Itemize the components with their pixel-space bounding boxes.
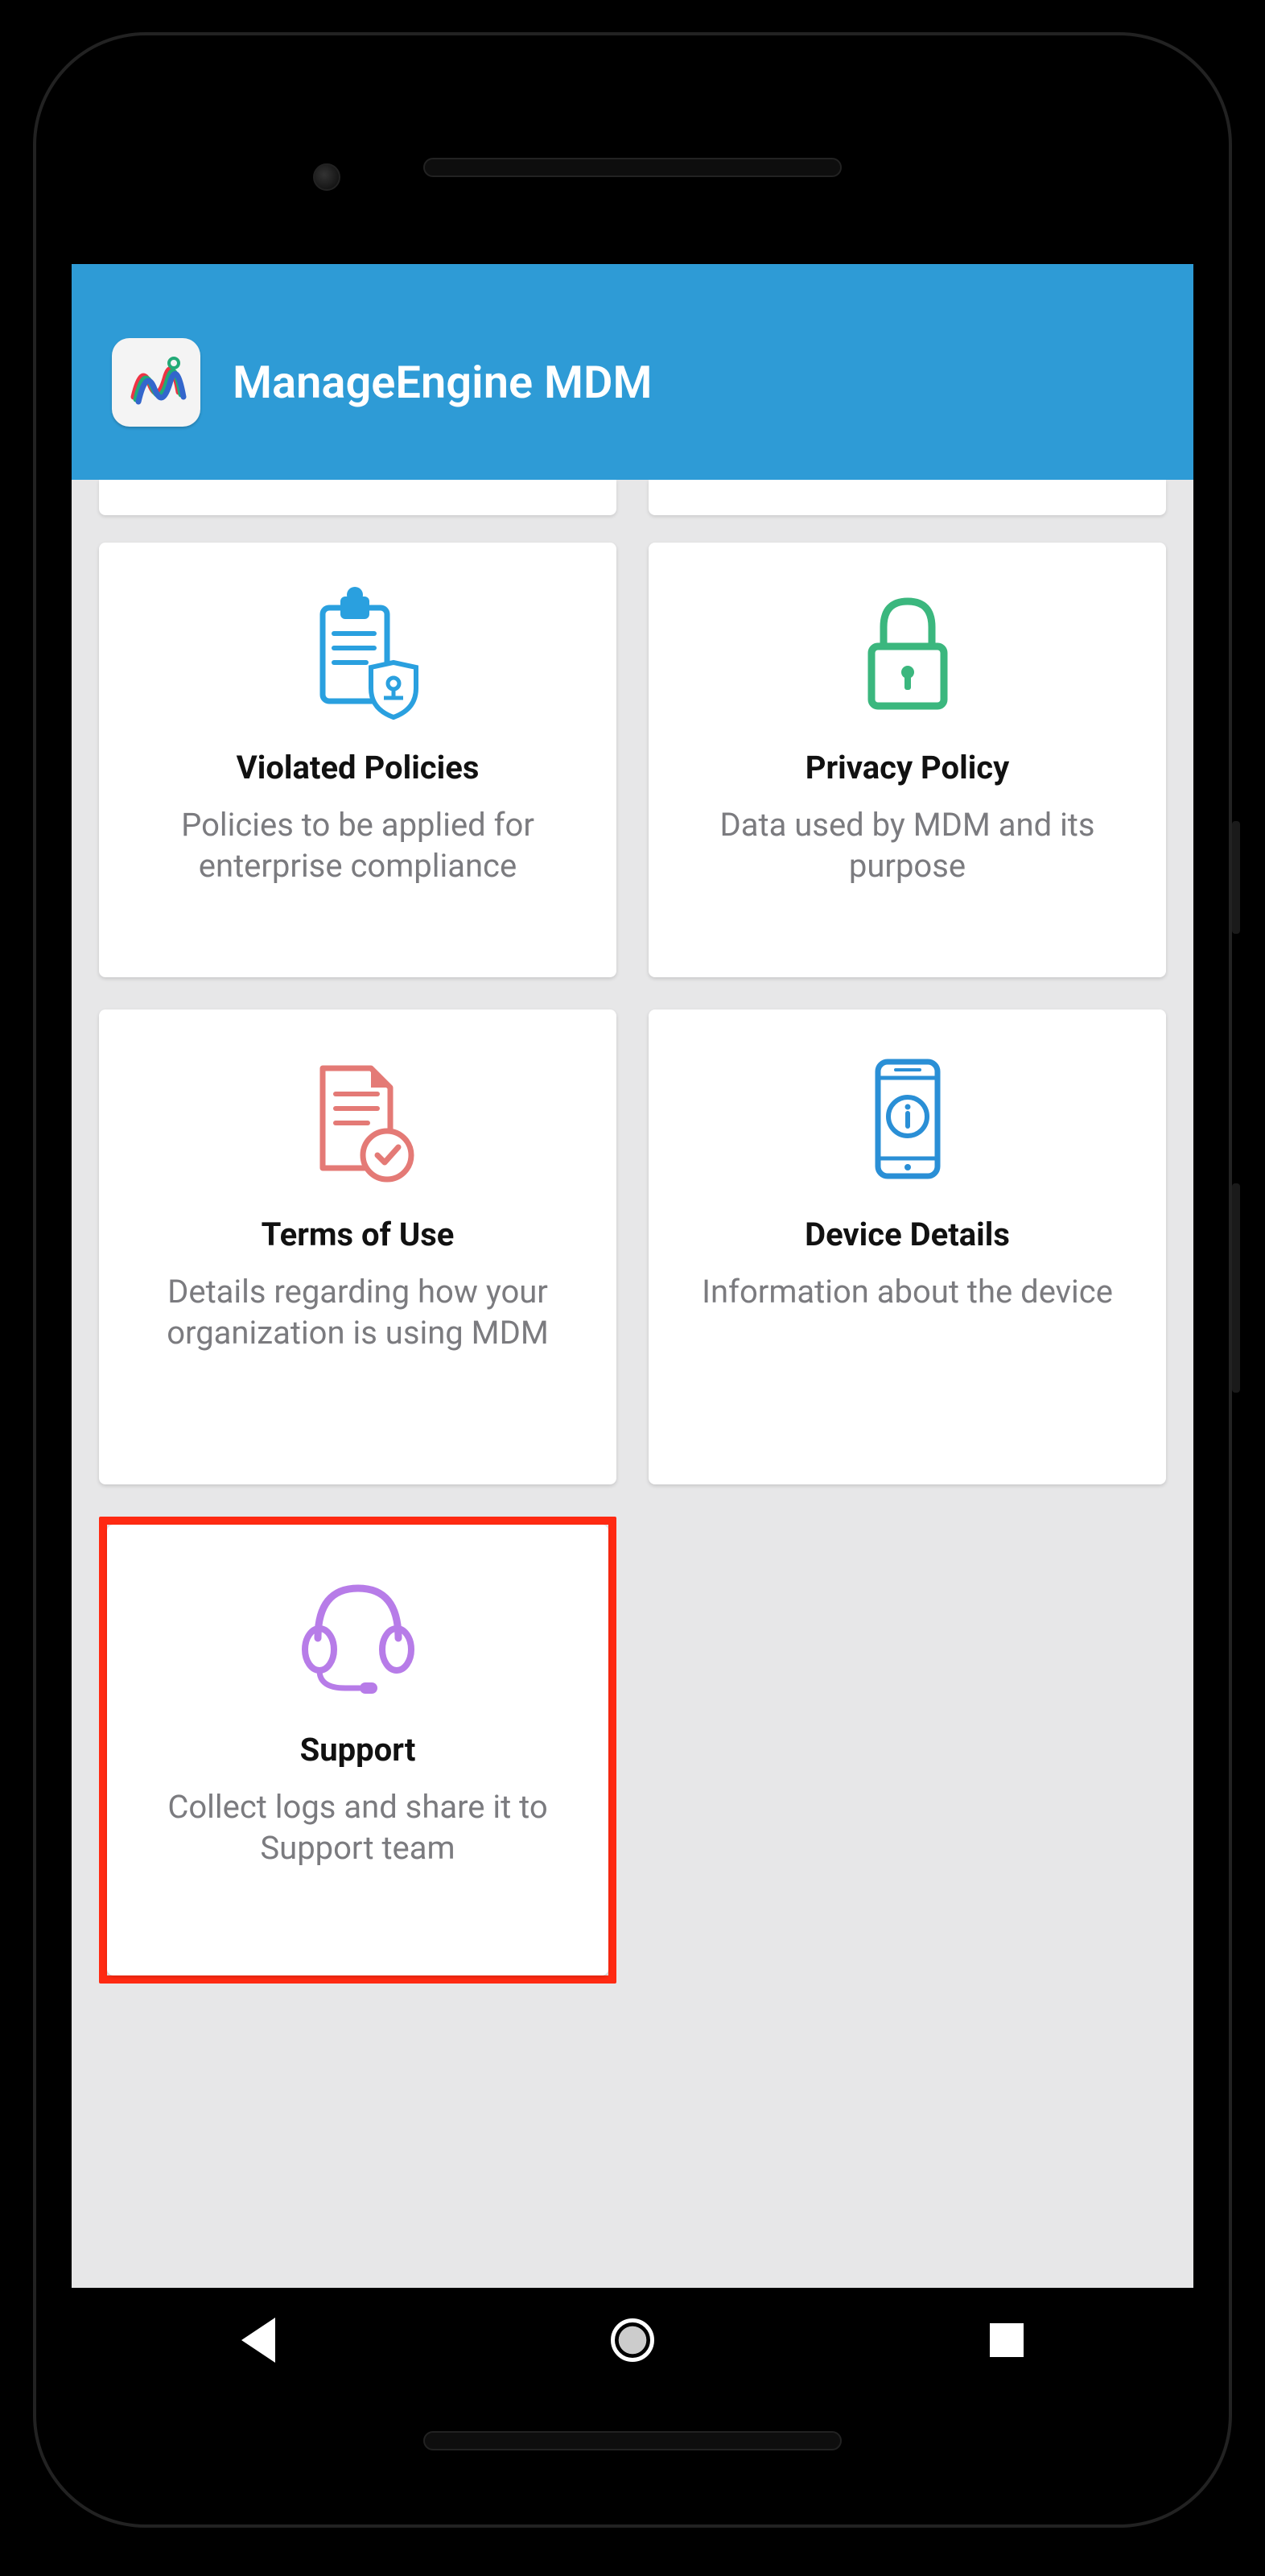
app-bar: ManageEngine MDM [72,264,1193,480]
card-peek[interactable] [649,480,1166,515]
phone-bottom-bezel [72,2392,1193,2489]
phone-frame: ManageEngine MDM [33,32,1232,2528]
card-device-details[interactable]: Device Details Information about the dev… [649,1009,1166,1484]
card-description: Details regarding how your organization … [123,1271,592,1353]
card-title: Device Details [805,1216,1010,1253]
card-support[interactable]: Support Collect logs and share it to Sup… [107,1525,608,1975]
card-terms-of-use[interactable]: Terms of Use Details regarding how your … [99,1009,616,1484]
android-nav-bar [72,2288,1193,2392]
lock-icon [847,580,968,724]
card-privacy-policy[interactable]: Privacy Policy Data used by MDM and its … [649,543,1166,977]
card-title: Terms of Use [262,1216,455,1253]
power-button[interactable] [1232,821,1240,934]
card-title: Support [300,1731,416,1769]
earpiece-speaker [423,158,842,177]
card-violated-policies[interactable]: Violated Policies Policies to be applied… [99,543,616,977]
volume-button[interactable] [1232,1183,1240,1393]
headset-icon [286,1562,431,1707]
card-description: Policies to be applied for enterprise co… [123,804,592,886]
app-title: ManageEngine MDM [233,356,653,409]
document-check-icon [294,1046,422,1191]
front-camera [313,163,340,191]
content-area: Violated Policies Policies to be applied… [72,480,1193,2288]
card-grid: Violated Policies Policies to be applied… [99,543,1166,1984]
empty-cell [649,1517,1166,1984]
recents-button[interactable] [981,2314,1032,2366]
home-button[interactable] [607,2314,658,2366]
screen: ManageEngine MDM [72,264,1193,2392]
back-button[interactable] [233,2314,284,2366]
scrolled-row-peek [99,480,1166,515]
highlight-annotation: Support Collect logs and share it to Sup… [99,1517,616,1984]
bottom-speaker [423,2431,842,2450]
card-peek[interactable] [99,480,616,515]
app-logo-icon [112,338,200,427]
phone-inner: ManageEngine MDM [72,71,1193,2489]
card-title: Privacy Policy [806,749,1010,786]
card-description: Data used by MDM and its purpose [673,804,1142,886]
phone-top-bezel [72,71,1193,264]
card-description: Collect logs and share it to Support tea… [131,1786,584,1868]
card-description: Information about the device [702,1271,1113,1312]
phone-info-icon [855,1046,960,1191]
clipboard-shield-icon [294,580,422,724]
card-title: Violated Policies [237,749,480,786]
